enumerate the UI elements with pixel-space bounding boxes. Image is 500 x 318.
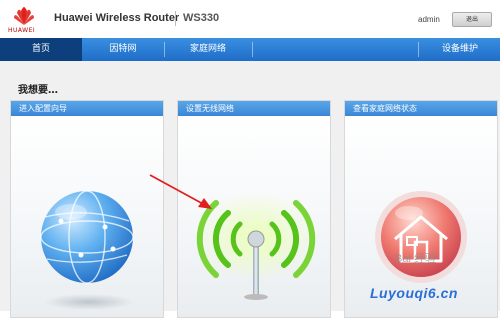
baidu-watermark: Bai 经验 <box>395 253 436 265</box>
site-watermark: Luyouqi6.cn <box>370 285 458 301</box>
